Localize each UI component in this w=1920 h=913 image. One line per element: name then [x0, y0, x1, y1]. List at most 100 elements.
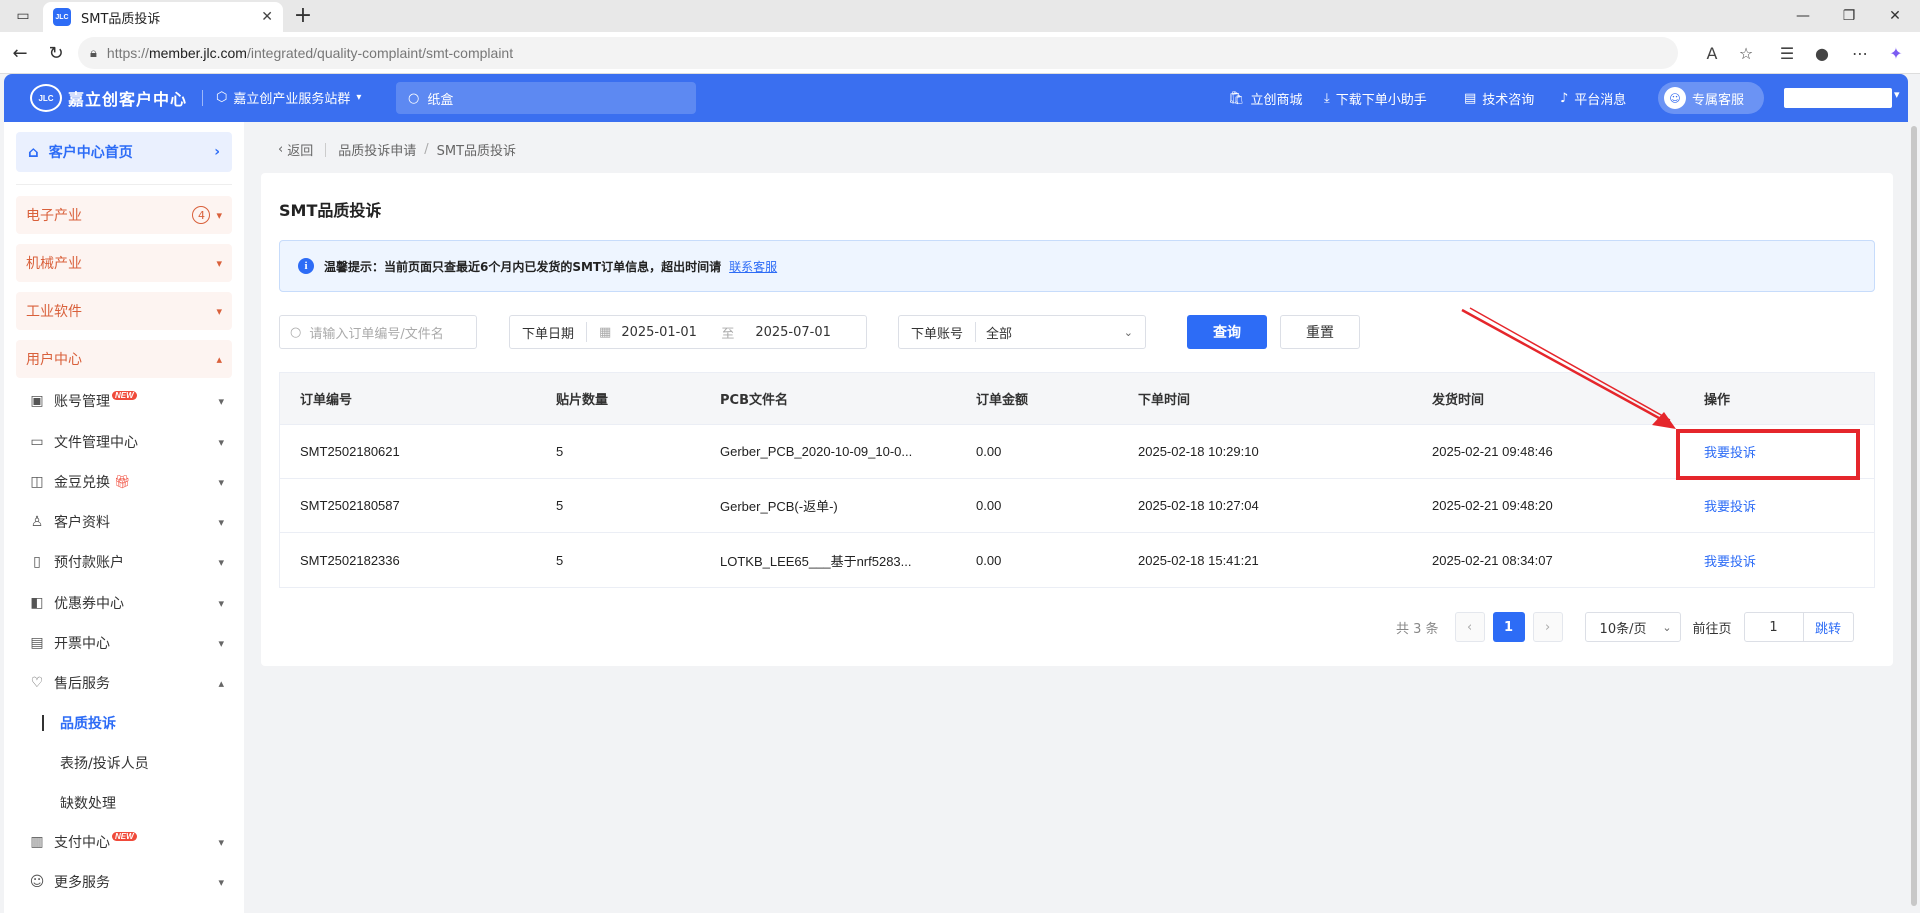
order-time: 2025-02-18 10:27:04	[1138, 498, 1259, 513]
breadcrumb-separator: /	[424, 142, 429, 157]
calendar-icon: ▦	[599, 324, 612, 340]
sidebar-home[interactable]: ⌂ 客户中心首页 ›	[16, 132, 232, 172]
new-tab-icon[interactable]: +	[290, 4, 316, 30]
table-row: SMT2502182336 5 LOTKB_LEE65___基于nrf5283.…	[280, 533, 1874, 587]
user-name-redacted[interactable]	[1784, 88, 1892, 108]
chevron-left-icon: ‹	[278, 142, 284, 157]
favorite-star-icon[interactable]: ☆	[1734, 41, 1758, 65]
browser-tab[interactable]: JLC SMT品质投诉 ✕	[43, 2, 283, 32]
sidebar-category-user-center[interactable]: 用户中心 ▴	[16, 340, 232, 378]
card-icon: ▯	[33, 554, 41, 570]
site-search-input[interactable]: ○ 纸盒	[396, 82, 696, 114]
sidebar-item-account[interactable]: ▣ 账号管理 NEW ▾	[28, 386, 232, 416]
url-field[interactable]: 🔒︎ https://member.jlc.com/integrated/qua…	[78, 37, 1678, 69]
breadcrumb-quality-complaint[interactable]: 品质投诉申请	[338, 140, 416, 159]
prev-page-icon[interactable]: ‹	[1454, 612, 1485, 642]
search-icon: ○	[408, 90, 420, 106]
chevron-right-icon: ›	[214, 144, 220, 160]
sidebar-item-coupons[interactable]: ◧ 优惠券中心 ▾	[28, 588, 232, 618]
reset-button[interactable]: 重置	[1280, 315, 1360, 349]
page-scrollbar[interactable]	[1908, 122, 1920, 913]
order-date-range[interactable]: 下单日期 ▦ 2025-01-01 至 2025-07-01	[509, 315, 867, 349]
page-size-select[interactable]: 10条/页 ⌄	[1584, 612, 1681, 642]
order-search-input[interactable]: ○ 请输入订单编号/文件名	[279, 315, 477, 349]
dedicated-service-button[interactable]: ☺ 专属客服	[1658, 82, 1764, 114]
sidebar-item-beans[interactable]: ◫ 金豆兑换 🎁︎ ▾	[28, 467, 232, 497]
sidebar-item-prepaid[interactable]: ▯ 预付款账户 ▾	[28, 547, 232, 577]
complain-link[interactable]: 我要投诉	[1704, 533, 1756, 587]
sidebar-category-mechanical[interactable]: 机械产业 ▾	[16, 244, 232, 282]
breadcrumb: ‹ 返回 品质投诉申请 / SMT品质投诉	[278, 140, 516, 159]
header-link-tech[interactable]: ▤ 技术咨询	[1464, 89, 1534, 108]
site-info-icon[interactable]: 🔒︎	[90, 46, 97, 61]
favorites-list-icon[interactable]: ☰	[1775, 41, 1799, 65]
amount: 0.00	[976, 552, 1002, 568]
close-window-icon[interactable]: ✕	[1872, 0, 1918, 32]
address-bar: ← ↻ 🔒︎ https://member.jlc.com/integrated…	[0, 32, 1920, 74]
read-aloud-icon[interactable]: A	[1700, 41, 1724, 65]
scrollbar-thumb[interactable]	[1911, 126, 1917, 906]
station-selector[interactable]: ⬡ 嘉立创产业服务站群 ▾	[216, 88, 361, 107]
date-from[interactable]: 2025-01-01	[621, 325, 721, 340]
service-label: 专属客服	[1692, 92, 1745, 108]
header-link-mall[interactable]: 🛍︎ 立创商城	[1228, 89, 1303, 108]
new-badge: NEW	[112, 831, 137, 841]
tab-actions-icon[interactable]: ▭	[0, 0, 46, 32]
account-select[interactable]: 下单账号 全部 ⌄	[898, 315, 1146, 349]
date-to[interactable]: 2025-07-01	[755, 325, 831, 340]
minimize-icon[interactable]: —	[1780, 0, 1826, 32]
download-icon: ⤓	[1324, 91, 1330, 106]
complain-link[interactable]: 我要投诉	[1704, 479, 1756, 532]
amount: 0.00	[976, 444, 1002, 459]
bell-icon: ♪	[1560, 91, 1569, 106]
sidebar-item-label: 预付款账户	[54, 555, 124, 571]
copilot-icon[interactable]: ✦	[1884, 41, 1908, 65]
restore-icon[interactable]: ❐	[1826, 0, 1872, 32]
coupon-icon: ◧	[30, 595, 44, 611]
wallet-icon: ◫	[30, 474, 44, 490]
sidebar-item-more[interactable]: ☺ 更多服务 ▾	[28, 867, 232, 897]
notice-banner: i 温馨提示：当前页面只查最近6个月内已发货的SMT订单信息，超出时间请 联系客…	[279, 240, 1875, 292]
sidebar-item-profile[interactable]: ♙ 客户资料 ▾	[28, 507, 232, 537]
sidebar-item-label: 客户资料	[54, 515, 110, 531]
page-1-button[interactable]: 1	[1492, 612, 1525, 642]
tab-close-icon[interactable]: ✕	[261, 9, 273, 25]
query-button[interactable]: 查询	[1187, 315, 1267, 349]
more-options-icon[interactable]: ⋯	[1848, 41, 1872, 65]
sidebar-category-electronics[interactable]: 电子产业 4 ▾	[16, 196, 232, 234]
chevron-down-icon: ▾	[218, 475, 224, 489]
goto-page-input[interactable]: 1	[1743, 612, 1804, 642]
sidebar-sub-quality-complaint[interactable]: 品质投诉	[60, 708, 230, 738]
sidebar-sub-praise-complaint[interactable]: 表扬/投诉人员	[60, 748, 230, 778]
col-ship-time: 发货时间	[1432, 393, 1485, 408]
amount: 0.00	[976, 498, 1002, 513]
sidebar-item-files[interactable]: ▭ 文件管理中心 ▾	[28, 427, 232, 457]
chevron-down-icon: ▾	[218, 636, 224, 650]
header-link-download[interactable]: ⤓ 下载下单小助手	[1324, 89, 1427, 108]
site-logo[interactable]: JLC 嘉立创客户中心	[30, 84, 187, 112]
sidebar: ⌂ 客户中心首页 › 电子产业 4 ▾ 机械产业 ▾ 工业软件 ▾ 用户中心 ▴…	[4, 122, 244, 913]
user-menu-chevron-icon[interactable]: ▾	[1894, 88, 1900, 101]
refresh-icon[interactable]: ↻	[44, 41, 68, 65]
sidebar-item-payment[interactable]: ▥ 支付中心 NEW ▾	[28, 827, 232, 857]
sidebar-category-software[interactable]: 工业软件 ▾	[16, 292, 232, 330]
sidebar-item-after-sales[interactable]: ♡ 售后服务 ▴	[28, 668, 232, 698]
folder-icon: ▭	[30, 434, 44, 450]
document-icon: ▤	[1464, 91, 1477, 106]
jump-button[interactable]: 跳转	[1803, 612, 1854, 642]
account-value: 全部	[986, 326, 1013, 342]
col-order-no: 订单编号	[300, 393, 353, 408]
back-link[interactable]: ‹ 返回	[278, 140, 313, 159]
sidebar-sub-shortage[interactable]: 缺数处理	[60, 788, 230, 818]
back-icon[interactable]: ←	[8, 41, 32, 65]
chevron-down-icon: ⌄	[1662, 620, 1672, 634]
ship-time: 2025-02-21 08:34:07	[1432, 552, 1553, 568]
contact-service-link[interactable]: 联系客服	[729, 258, 777, 275]
date-label: 下单日期	[510, 322, 588, 342]
profile-avatar-icon[interactable]: ●	[1810, 41, 1834, 65]
next-page-icon[interactable]: ›	[1532, 612, 1563, 642]
header-link-messages[interactable]: ♪ 平台消息	[1560, 89, 1626, 108]
order-no: SMT2502182336	[300, 552, 400, 568]
sidebar-item-invoice[interactable]: ▤ 开票中心 ▾	[28, 628, 232, 658]
annotation-highlight-box	[1676, 429, 1860, 480]
